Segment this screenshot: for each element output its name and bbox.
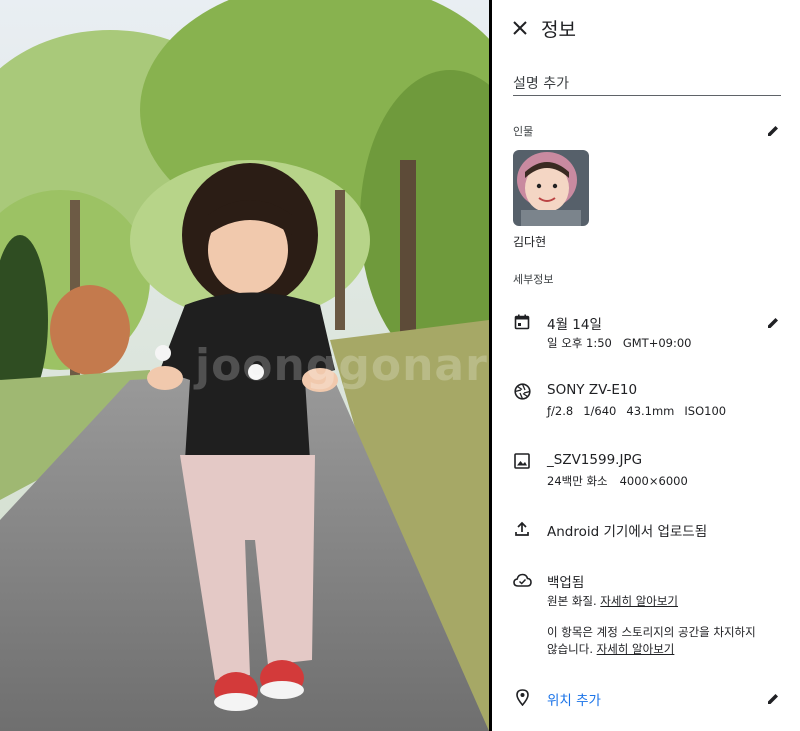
backup-status: 백업됨: [547, 575, 585, 591]
shutter-value: 1/640: [583, 404, 617, 418]
backup-quality: 원본 화질. 자세히 알아보기: [547, 593, 678, 609]
storage-learn-more-link[interactable]: 자세히 알아보기: [597, 642, 675, 656]
storage-note-line2: 않습니다. 자세히 알아보기: [547, 641, 674, 657]
aperture-icon: [514, 383, 531, 400]
add-location-link[interactable]: 위치 추가: [547, 689, 601, 709]
avatar: [513, 150, 589, 226]
date-primary: 4월 14일: [547, 317, 602, 333]
aperture-value: ƒ/2.8: [547, 404, 574, 418]
edit-date-icon[interactable]: [766, 316, 780, 330]
focal-length-value: 43.1mm: [626, 404, 675, 418]
close-icon[interactable]: [513, 21, 527, 35]
camera-model: SONY ZV-E10: [547, 382, 638, 398]
panel-title: 정보: [541, 19, 576, 41]
location-pin-icon: [516, 689, 529, 706]
description-field[interactable]: 설명 추가: [513, 73, 781, 96]
iso-value: ISO100: [684, 404, 727, 418]
date-secondary: 일 오후 1:50 GMT+09:00: [547, 336, 692, 350]
person-name[interactable]: 김다현: [513, 233, 546, 250]
info-panel: 정보 설명 추가 인물 김다현 세부정보 4월 14일 일 오후 1:50 GM…: [492, 0, 800, 731]
backup-learn-more-link[interactable]: 자세히 알아보기: [600, 594, 678, 608]
upload-source: Android 기기에서 업로드됨: [547, 524, 708, 540]
details-section-label: 세부정보: [513, 273, 554, 286]
calendar-icon: [514, 314, 530, 330]
people-section-label: 인물: [513, 125, 534, 138]
backup-quality-text: 원본 화질.: [547, 594, 597, 608]
edit-location-icon[interactable]: [766, 692, 780, 706]
photo-viewer[interactable]: joonggonara: [0, 0, 489, 731]
watermark-text: joonggonara: [195, 340, 489, 391]
upload-icon: [515, 521, 529, 536]
megapixels: 24백만 화소: [547, 474, 608, 488]
file-info: 24백만 화소 4000×6000: [547, 473, 688, 489]
image-icon: [514, 453, 530, 469]
file-name: _SZV1599.JPG: [547, 452, 643, 468]
cloud-done-icon: [513, 573, 532, 587]
storage-note-line1: 이 항목은 계정 스토리지의 공간을 차지하지: [547, 625, 756, 639]
camera-settings: ƒ/2.8 1/640 43.1mm ISO100: [547, 404, 726, 418]
resolution: 4000×6000: [619, 474, 688, 488]
edit-people-icon[interactable]: [766, 124, 780, 138]
person-thumbnail[interactable]: [513, 150, 589, 226]
storage-note-text: 않습니다.: [547, 642, 593, 656]
